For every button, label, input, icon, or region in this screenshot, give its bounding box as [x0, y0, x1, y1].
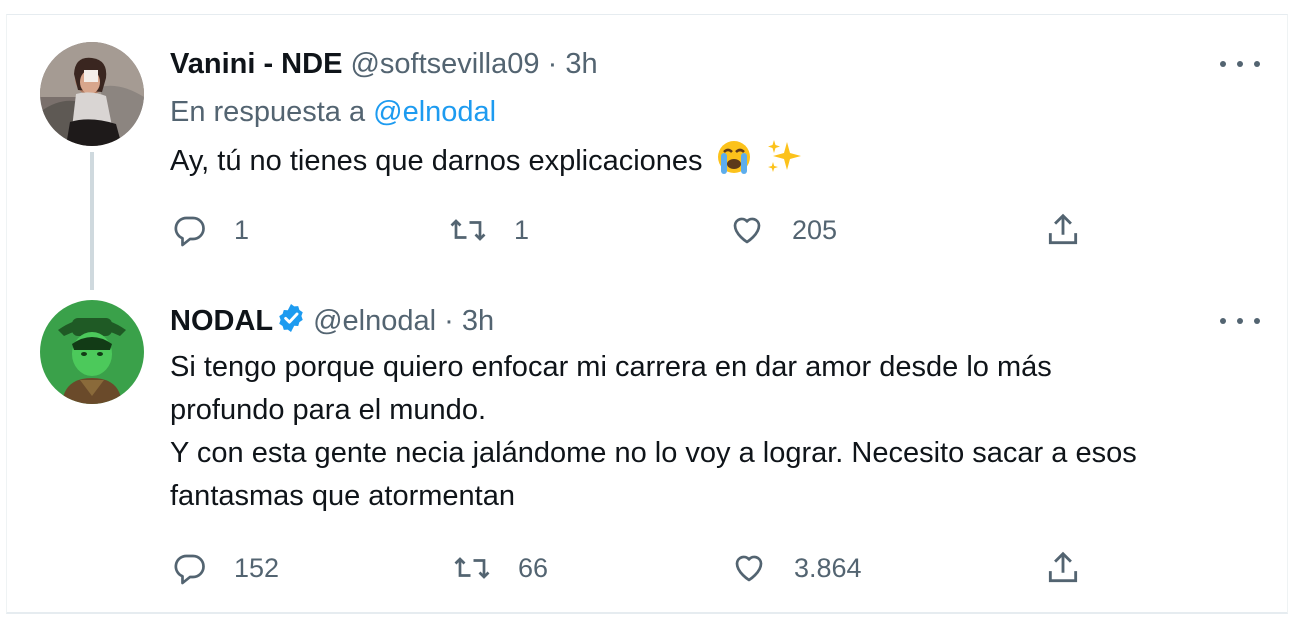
share-button[interactable] [1044, 548, 1082, 588]
avatar-nodal[interactable] [40, 300, 144, 404]
tweet-1-header: Vanini - NDE @softsevilla09 · 3h [170, 46, 598, 82]
tweet-2-header: NODAL @elnodal · 3h [170, 302, 494, 343]
like-button[interactable]: 3.864 [730, 548, 862, 588]
share-button[interactable] [1044, 210, 1082, 250]
more-options-icon[interactable] [1220, 309, 1260, 333]
author-name[interactable]: Vanini - NDE [170, 48, 342, 80]
heart-icon [735, 555, 763, 582]
separator-dot: · [444, 305, 454, 337]
tweet-text-line: fantasmas que atormentan [170, 480, 515, 512]
reply-to-link[interactable]: @elnodal [373, 96, 496, 128]
retweet-icon [454, 557, 490, 579]
loudly-crying-face-icon [715, 138, 753, 189]
reply-button[interactable]: 152 [172, 548, 279, 588]
like-count: 205 [792, 214, 838, 245]
thread-connector-line [90, 152, 94, 290]
retweet-icon [450, 219, 486, 241]
share-icon [1048, 551, 1078, 583]
more-options-icon[interactable] [1220, 52, 1260, 76]
reply-button[interactable]: 1 [172, 210, 249, 250]
reply-count: 1 [234, 214, 250, 245]
separator-dot: · [547, 48, 558, 80]
author-handle[interactable]: @softsevilla09 [350, 48, 539, 80]
tweet-text-line: profundo para el mundo. [170, 394, 486, 426]
heart-icon [733, 217, 761, 244]
tweet-text-body: Ay, tú no tienes que darnos explicacione… [170, 145, 703, 177]
retweet-button[interactable]: 66 [452, 548, 548, 588]
author-name[interactable]: NODAL [170, 305, 273, 337]
reply-icon [174, 216, 205, 247]
author-handle[interactable]: @elnodal [313, 305, 436, 337]
retweet-count: 1 [514, 214, 530, 245]
verified-badge-icon [275, 302, 307, 343]
share-icon [1048, 213, 1078, 245]
like-count: 3.864 [794, 552, 862, 583]
tweet-text: Si tengo porque quiero enfocar mi carrer… [170, 346, 1137, 518]
tweet-text-line: Y con esta gente necia jalándome no lo v… [170, 437, 1137, 469]
tweet-text-line: Si tengo porque quiero enfocar mi carrer… [170, 351, 1052, 383]
reply-prefix: En respuesta a [170, 96, 366, 128]
sparkles-icon [765, 138, 803, 189]
reply-context: En respuesta a @elnodal [170, 94, 496, 130]
tweet-2-actions: 152 66 3.864 [172, 548, 1092, 588]
retweet-button[interactable]: 1 [448, 210, 529, 250]
reply-count: 152 [234, 552, 280, 583]
like-button[interactable]: 205 [728, 210, 837, 250]
tweet-1-actions: 1 1 205 [172, 210, 1092, 250]
avatar-vanini[interactable] [40, 42, 144, 146]
tweet-text: Ay, tú no tienes que darnos explicacione… [170, 138, 803, 189]
reply-icon [174, 554, 205, 585]
retweet-count: 66 [518, 552, 549, 583]
tweet-time[interactable]: 3h [565, 48, 597, 80]
tweet-time[interactable]: 3h [462, 305, 494, 337]
